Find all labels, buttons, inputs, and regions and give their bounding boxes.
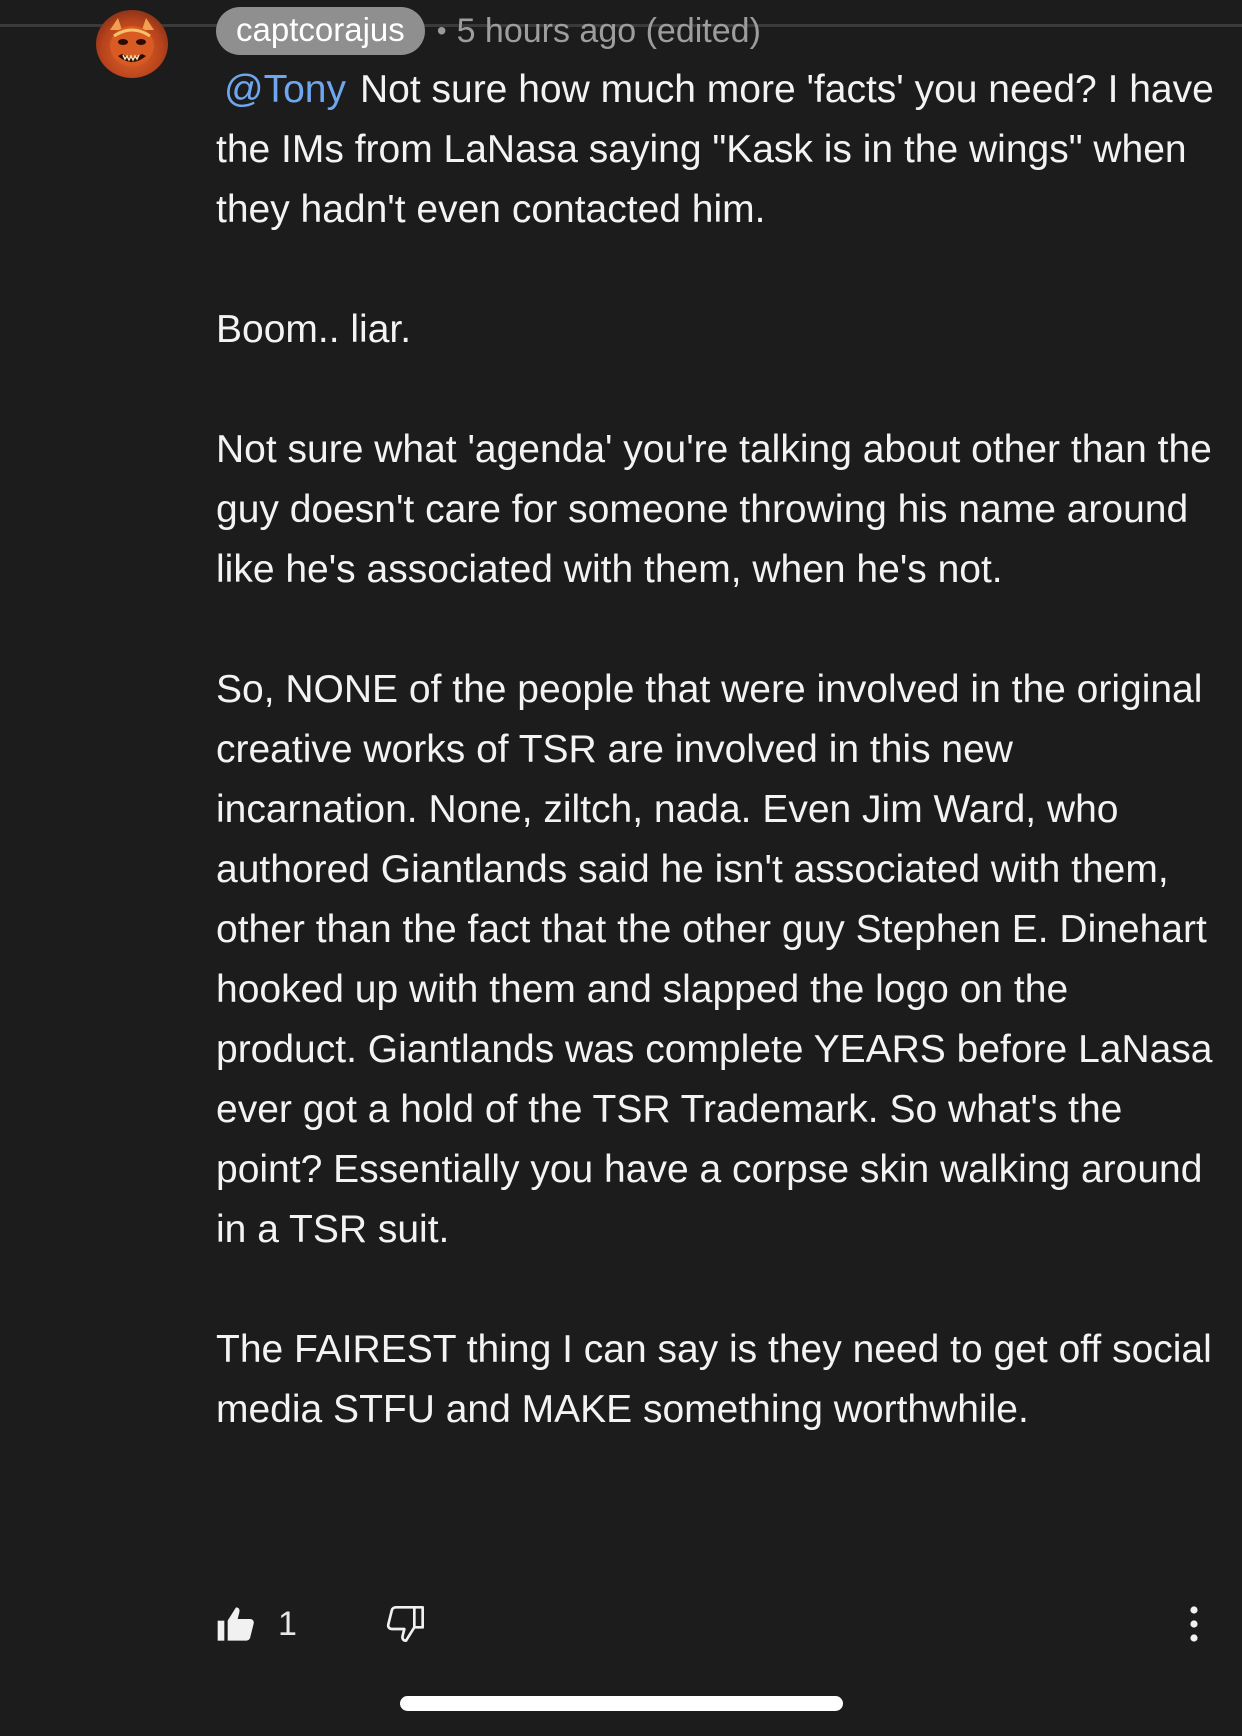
comment-paragraph-5: The FAIREST thing I can say is they need… [216, 1328, 1212, 1431]
like-count: 1 [278, 1604, 297, 1643]
comment-paragraph-2: Boom.. liar. [216, 308, 412, 351]
comment-actions: 1 [216, 1604, 1206, 1654]
dislike-button[interactable] [386, 1604, 426, 1649]
more-options-button[interactable] [1182, 1602, 1206, 1646]
home-indicator[interactable] [400, 1696, 843, 1711]
comment-paragraph-1-text: Not sure how much more 'facts' you need?… [216, 68, 1214, 231]
like-button[interactable]: 1 [216, 1604, 297, 1644]
author-name[interactable]: captcorajus [216, 7, 425, 55]
comment-paragraph-3: Not sure what 'agenda' you're talking ab… [216, 428, 1212, 591]
header-separator: • [436, 15, 447, 46]
comment-timestamp: 5 hours ago (edited) [456, 11, 761, 50]
thumbs-up-icon [217, 1607, 254, 1641]
mention-link[interactable]: @Tony [224, 68, 346, 111]
avatar-image [110, 18, 154, 66]
comment-header: captcorajus • 5 hours ago (edited) [216, 6, 761, 56]
comment-paragraph-4: So, NONE of the people that were involve… [216, 668, 1213, 1251]
avatar[interactable] [96, 10, 168, 78]
more-vertical-icon [1190, 1606, 1198, 1642]
thumbs-down-icon [386, 1606, 424, 1642]
comment-paragraph-1: @Tony Not sure how much more 'facts' you … [216, 60, 1216, 240]
comment-body: @Tony Not sure how much more 'facts' you … [216, 60, 1216, 1500]
